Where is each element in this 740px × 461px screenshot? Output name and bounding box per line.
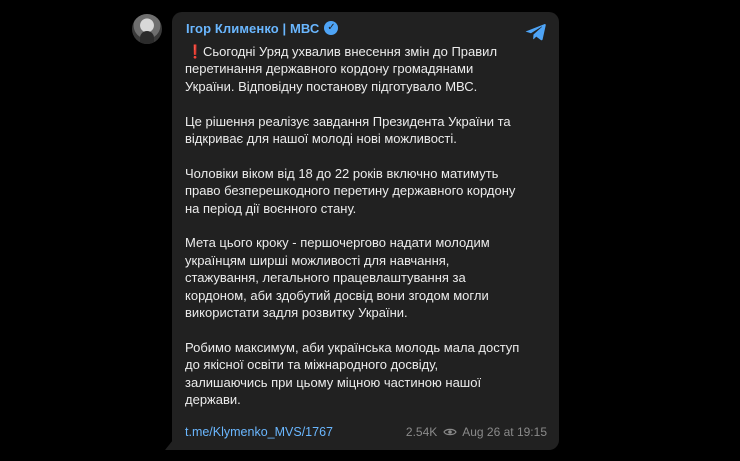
message-footer: t.me/Klymenko_MVS/1767 2.54K Aug 26 at 1… — [185, 424, 547, 440]
message-paragraph-5: Робимо максимум, аби українська молодь м… — [185, 339, 547, 409]
text-line: України. Відповідну постанову підготувал… — [185, 78, 478, 94]
text-line: залишаючись при цьому міцною частиною на… — [185, 374, 482, 390]
eye-icon — [443, 428, 457, 436]
text-line: Це рішення реалізує завдання Президента … — [185, 113, 511, 129]
text-line: держави. — [185, 392, 241, 408]
channel-avatar[interactable] — [132, 14, 162, 44]
text-line: Чоловіки віком від 18 до 22 років включн… — [185, 165, 499, 181]
text-line: використати задля розвитку України. — [185, 305, 408, 321]
text-line: на період дії воєнного стану. — [185, 200, 357, 216]
message-paragraph-2: Це рішення реалізує завдання Президента … — [185, 113, 547, 148]
text-line: українцям ширші можливості для навчання, — [185, 252, 450, 268]
text-line: право безперешкодного перетину державног… — [185, 183, 516, 199]
text-line: Сьогодні Уряд ухвалив внесення змін до П… — [203, 44, 498, 59]
telegram-icon[interactable] — [525, 23, 547, 41]
text-line: кордоном, аби здобутий досвід вони згодо… — [185, 287, 489, 303]
text-line: Робимо максимум, аби українська молодь м… — [185, 339, 520, 355]
telegram-post-screenshot: Ігор Клименко | МВС ✓ ❗Сьогодні Уряд ухв… — [0, 0, 740, 461]
text-line: відкриває для нашої молоді нові можливос… — [185, 131, 457, 147]
text-line: до якісної освіти та міжнародного досвід… — [185, 357, 439, 373]
message-paragraph-1: ❗Сьогодні Уряд ухвалив внесення змін до … — [185, 43, 547, 95]
text-line: Мета цього кроку - першочергово надати м… — [185, 235, 490, 251]
text-line: перетинання державного кордону громадяна… — [185, 61, 474, 77]
message-paragraph-4: Мета цього кроку - першочергово надати м… — [185, 234, 547, 321]
post-date: Aug 26 at 19:15 — [462, 425, 547, 439]
red-exclamation-icon: ❗ — [187, 44, 204, 59]
text-line: стажування, легального працевлаштування … — [185, 270, 466, 286]
message-text: ❗Сьогодні Уряд ухвалив внесення змін до … — [185, 43, 547, 408]
verified-badge-icon: ✓ — [324, 21, 339, 35]
message-paragraph-3: Чоловіки віком від 18 до 22 років включн… — [185, 165, 547, 217]
message-bubble: Ігор Клименко | МВС ✓ ❗Сьогодні Уряд ухв… — [172, 12, 559, 450]
message-header: Ігор Клименко | МВС ✓ — [186, 19, 547, 37]
view-count: 2.54K — [405, 425, 438, 439]
post-link[interactable]: t.me/Klymenko_MVS/1767 — [185, 425, 333, 439]
channel-name[interactable]: Ігор Клименко | МВС — [186, 21, 319, 36]
message-meta: 2.54K Aug 26 at 19:15 — [406, 425, 547, 439]
